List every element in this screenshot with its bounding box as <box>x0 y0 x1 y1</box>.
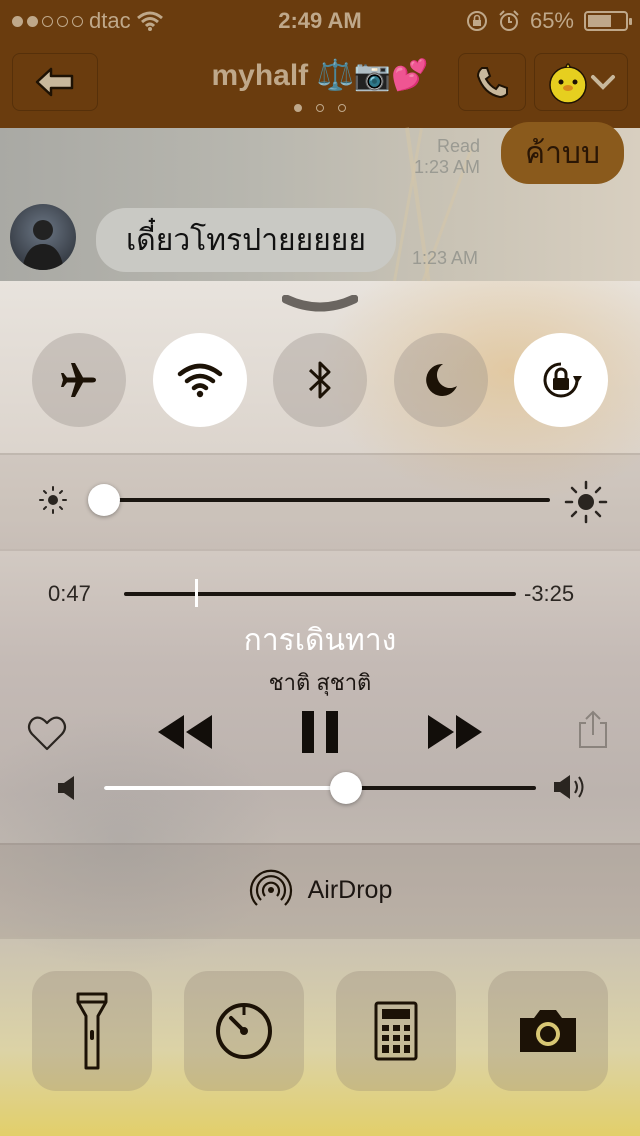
message-time: 1:23 AM <box>412 248 479 268</box>
elapsed-time: 0:47 <box>48 581 91 606</box>
brightness-low-icon <box>39 486 67 514</box>
chat-menu-button[interactable] <box>534 53 628 111</box>
status-bar: dtac 2:49 AM 65% <box>0 0 640 40</box>
playback-scrubber[interactable] <box>124 592 516 596</box>
heart-icon[interactable] <box>26 713 68 753</box>
call-button[interactable] <box>458 53 526 111</box>
brightness-high-icon <box>564 480 608 524</box>
battery-percent: 65% <box>529 8 574 33</box>
bluetooth-toggle[interactable] <box>273 333 367 427</box>
bluetooth-icon <box>308 361 331 399</box>
airdrop-label: AirDrop <box>307 875 393 904</box>
chevron-down-icon <box>591 75 615 90</box>
airplane-mode-toggle[interactable] <box>32 333 126 427</box>
control-center: 0:47 -3:25 การเดินทาง ชาติ สุชาติ AirDro… <box>0 281 640 1136</box>
battery-icon <box>584 11 632 31</box>
volume-fill <box>104 786 346 790</box>
rotation-lock-status-icon <box>466 11 487 31</box>
fast-forward-button[interactable] <box>426 713 484 751</box>
camera-icon <box>520 1010 576 1052</box>
volume-low-icon <box>58 776 74 800</box>
track-title: การเดินทาง <box>243 624 397 657</box>
rewind-button[interactable] <box>156 713 214 751</box>
calculator-icon <box>374 1001 418 1061</box>
airplane-icon <box>61 363 96 397</box>
message-bubble-incoming[interactable]: เดี๋ยวโทรปายยยยย <box>96 208 396 272</box>
volume-knob[interactable] <box>329 772 362 804</box>
timer-button[interactable] <box>184 971 304 1091</box>
wifi-icon <box>177 363 223 398</box>
do-not-disturb-toggle[interactable] <box>394 333 488 427</box>
airdrop-button[interactable]: AirDrop <box>0 843 640 937</box>
flashlight-icon <box>76 992 108 1070</box>
timer-icon <box>216 1003 272 1059</box>
scrubber-head[interactable] <box>194 579 198 607</box>
rotation-lock-toggle[interactable] <box>514 333 608 427</box>
message-bubble-outgoing[interactable]: ค้าบบ <box>501 122 624 184</box>
phone-icon <box>476 67 508 99</box>
wifi-toggle[interactable] <box>153 333 247 427</box>
remaining-time: -3:25 <box>524 581 575 606</box>
rotation-lock-icon <box>543 362 582 398</box>
flashlight-button[interactable] <box>32 971 152 1091</box>
share-icon[interactable] <box>578 709 608 749</box>
pause-button[interactable] <box>300 709 340 755</box>
dismiss-grabber-icon[interactable] <box>282 295 358 315</box>
airdrop-icon <box>249 869 292 906</box>
alarm-status-icon <box>499 10 519 31</box>
read-receipt: Read 1:23 AM <box>413 136 480 177</box>
brightness-slider[interactable] <box>104 498 550 502</box>
brightness-knob[interactable] <box>88 484 120 516</box>
chick-sticker-icon <box>549 63 587 104</box>
track-artist: ชาติ สุชาติ <box>268 670 372 695</box>
contact-avatar[interactable] <box>10 204 76 270</box>
camera-button[interactable] <box>488 971 608 1091</box>
volume-high-icon <box>554 775 584 799</box>
moon-icon <box>426 363 457 396</box>
calculator-button[interactable] <box>336 971 456 1091</box>
